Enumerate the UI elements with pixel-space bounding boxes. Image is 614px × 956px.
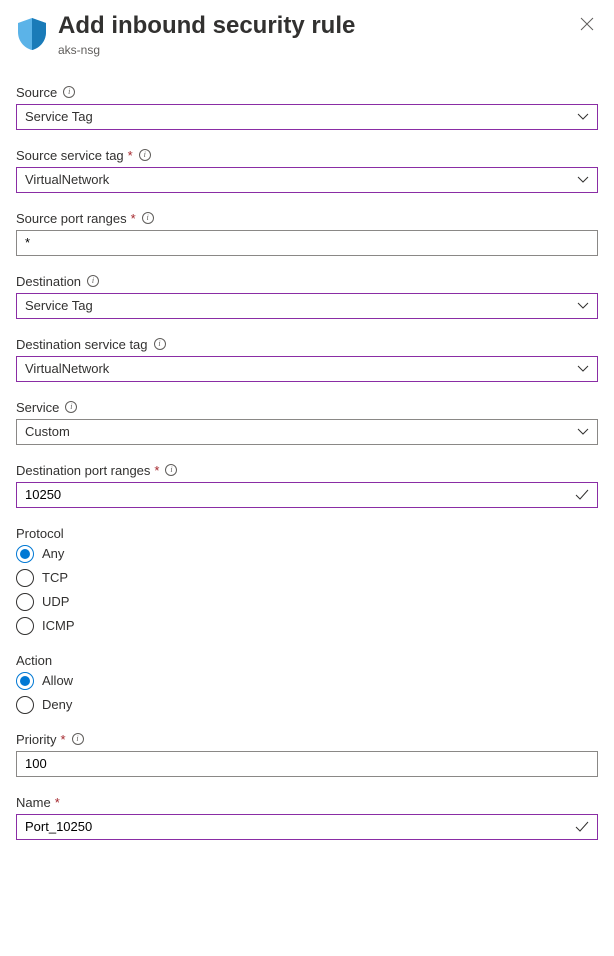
radio-icon [16,696,34,714]
close-button[interactable] [576,12,598,38]
required-indicator: * [55,795,60,810]
destination-field-group: Destination i Service Tag [16,274,598,319]
source-label: Source i [16,85,598,100]
info-icon[interactable]: i [154,338,166,350]
required-indicator: * [60,732,65,747]
info-icon[interactable]: i [87,275,99,287]
shield-icon [16,16,48,52]
source-port-ranges-field-group: Source port ranges * i [16,211,598,256]
radio-icon [16,569,34,587]
destination-port-ranges-input[interactable] [16,482,598,508]
action-field-group: Action Allow Deny [16,653,598,714]
checkmark-icon [575,488,589,502]
protocol-radio-any[interactable]: Any [16,545,598,563]
radio-icon [16,672,34,690]
destination-label: Destination i [16,274,598,289]
service-field-group: Service i Custom [16,400,598,445]
action-label: Action [16,653,598,668]
name-input[interactable] [16,814,598,840]
protocol-radio-group: Any TCP UDP ICMP [16,545,598,635]
destination-port-ranges-field-group: Destination port ranges * i [16,463,598,508]
name-field-group: Name * [16,795,598,840]
chevron-down-icon [577,111,589,123]
source-field-group: Source i Service Tag [16,85,598,130]
info-icon[interactable]: i [142,212,154,224]
radio-icon [16,545,34,563]
checkmark-icon [575,820,589,834]
chevron-down-icon [577,363,589,375]
chevron-down-icon [577,174,589,186]
required-indicator: * [131,211,136,226]
chevron-down-icon [577,300,589,312]
destination-service-tag-field-group: Destination service tag i VirtualNetwork [16,337,598,382]
name-label: Name * [16,795,598,810]
destination-select[interactable]: Service Tag [16,293,598,319]
info-icon[interactable]: i [139,149,151,161]
priority-field-group: Priority * i [16,732,598,777]
protocol-label: Protocol [16,526,598,541]
header-text: Add inbound security rule aks-nsg [58,12,576,57]
source-port-ranges-label: Source port ranges * i [16,211,598,226]
protocol-radio-tcp[interactable]: TCP [16,569,598,587]
destination-service-tag-label: Destination service tag i [16,337,598,352]
protocol-radio-udp[interactable]: UDP [16,593,598,611]
radio-icon [16,617,34,635]
action-radio-group: Allow Deny [16,672,598,714]
radio-icon [16,593,34,611]
priority-label: Priority * i [16,732,598,747]
source-service-tag-label: Source service tag * i [16,148,598,163]
protocol-field-group: Protocol Any TCP UDP ICMP [16,526,598,635]
source-select[interactable]: Service Tag [16,104,598,130]
source-port-ranges-input[interactable] [16,230,598,256]
required-indicator: * [128,148,133,163]
action-radio-allow[interactable]: Allow [16,672,598,690]
service-label: Service i [16,400,598,415]
priority-input[interactable] [16,751,598,777]
action-radio-deny[interactable]: Deny [16,696,598,714]
required-indicator: * [154,463,159,478]
service-select[interactable]: Custom [16,419,598,445]
protocol-radio-icmp[interactable]: ICMP [16,617,598,635]
page-title: Add inbound security rule [58,12,576,41]
source-service-tag-field-group: Source service tag * i VirtualNetwork [16,148,598,193]
close-icon [580,15,594,35]
chevron-down-icon [577,426,589,438]
destination-service-tag-select[interactable]: VirtualNetwork [16,356,598,382]
page-subtitle: aks-nsg [58,43,576,57]
info-icon[interactable]: i [72,733,84,745]
info-icon[interactable]: i [63,86,75,98]
source-service-tag-select[interactable]: VirtualNetwork [16,167,598,193]
info-icon[interactable]: i [165,464,177,476]
panel-header: Add inbound security rule aks-nsg [16,12,598,57]
destination-port-ranges-label: Destination port ranges * i [16,463,598,478]
info-icon[interactable]: i [65,401,77,413]
